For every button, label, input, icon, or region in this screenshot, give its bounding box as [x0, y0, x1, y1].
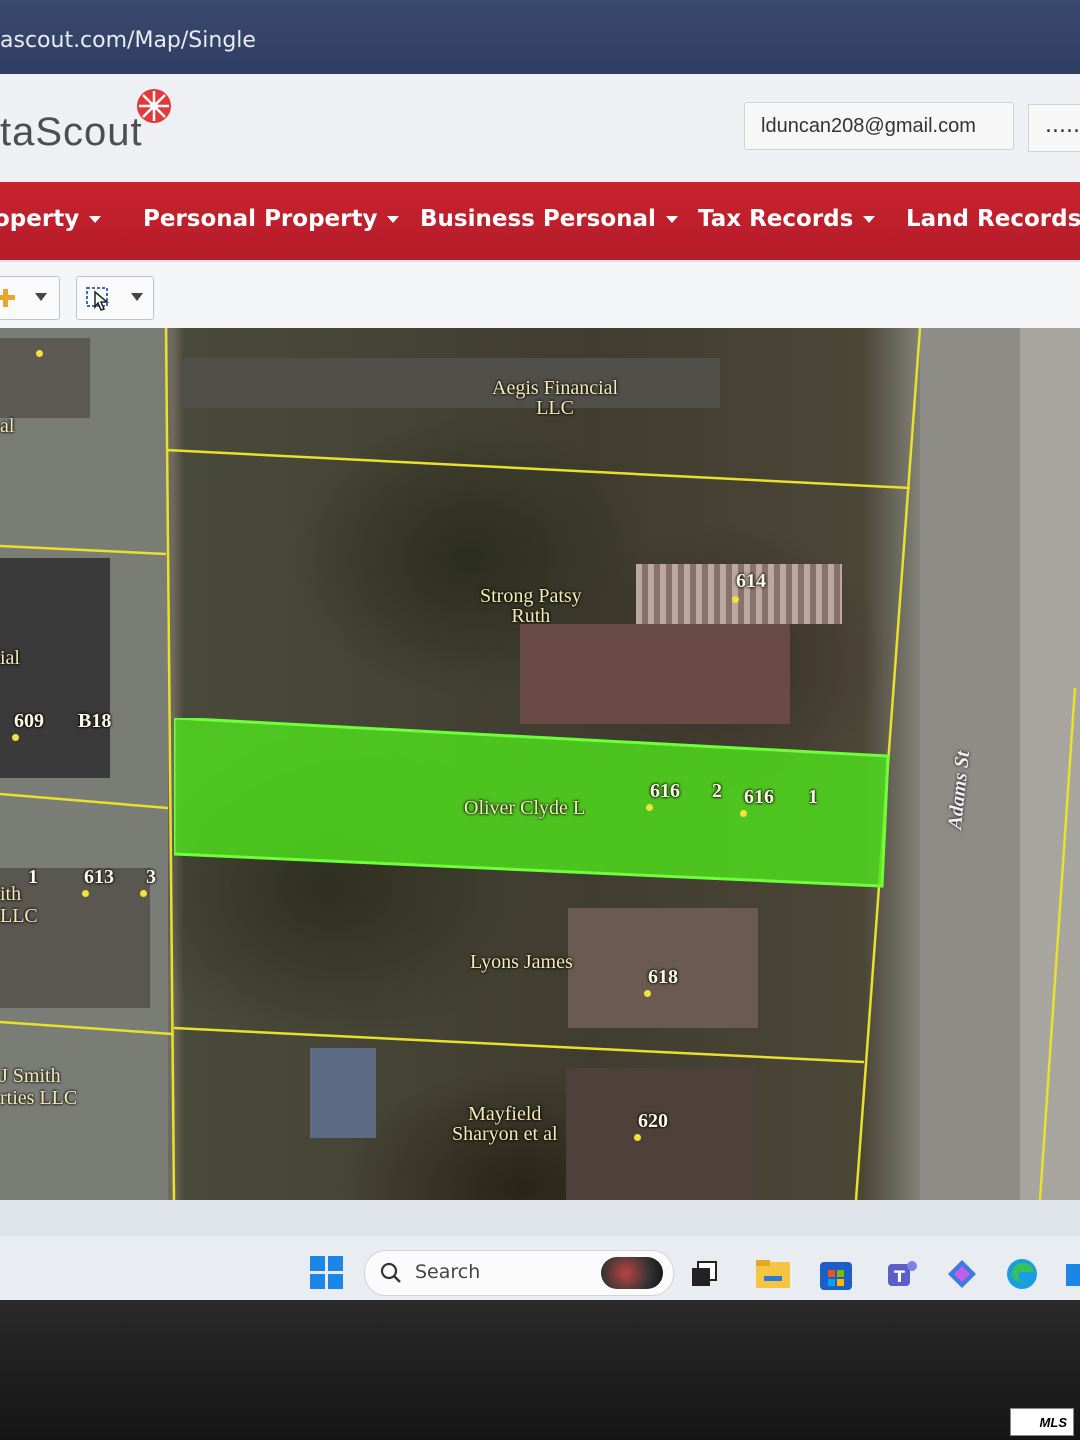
- monitor-bezel: [0, 1300, 1080, 1440]
- address-number: 614: [736, 570, 766, 592]
- address-point: [12, 734, 19, 741]
- more-menu-button[interactable]: .....: [1028, 104, 1080, 152]
- nav-personal-property[interactable]: Personal Property: [143, 206, 400, 232]
- address-number: 616: [650, 780, 680, 802]
- windows-start-icon[interactable]: [310, 1256, 344, 1290]
- site-logo[interactable]: taScout: [0, 110, 143, 155]
- chevron-down-icon: [387, 216, 400, 223]
- owner-label: LLC: [0, 905, 38, 927]
- address-number: 2: [712, 780, 722, 802]
- file-explorer-icon[interactable]: [756, 1258, 792, 1290]
- nav-business-personal[interactable]: Business Personal: [420, 206, 678, 232]
- chevron-down-icon: [35, 293, 47, 301]
- nav-tax-records[interactable]: Tax Records: [698, 206, 876, 232]
- chevron-down-icon: [665, 216, 678, 223]
- address-point: [634, 1134, 641, 1141]
- address-number: 1: [808, 786, 818, 808]
- owner-label: ith: [0, 883, 22, 905]
- address-number: 618: [648, 966, 678, 988]
- owner-label: Lyons James: [470, 951, 573, 973]
- taskbar-app-icon[interactable]: [1064, 1258, 1080, 1290]
- search-highlight-image: [601, 1257, 663, 1289]
- chevron-down-icon: [131, 293, 143, 301]
- pan-tool-button[interactable]: [0, 276, 60, 320]
- address-number: 616: [744, 786, 774, 808]
- owner-label: J Smith: [0, 1065, 61, 1087]
- logo-mark-icon: [137, 89, 171, 123]
- chevron-down-icon: [863, 216, 876, 223]
- store-icon[interactable]: [820, 1258, 852, 1290]
- address-number: 620: [638, 1110, 668, 1132]
- teams-icon[interactable]: T: [884, 1258, 918, 1290]
- user-email-field[interactable]: lduncan208@gmail.com: [744, 102, 1014, 150]
- owner-label: al: [0, 415, 15, 437]
- copilot-icon[interactable]: [946, 1258, 978, 1290]
- browser-address-bar[interactable]: ascout.com/Map/Single: [0, 0, 1080, 74]
- aerial-map[interactable]: Aegis Financial LLC Strong Patsy Ruth Oliv…: [0, 328, 1080, 1200]
- owner-label: Mayfield Sharyon et al: [452, 1103, 558, 1145]
- owner-label: Aegis Financial LLC: [492, 377, 619, 419]
- svg-text:T: T: [894, 1267, 905, 1286]
- address-number: 613: [84, 866, 114, 888]
- address-point: [732, 596, 739, 603]
- taskbar-search[interactable]: Search: [364, 1250, 674, 1296]
- select-tool-button[interactable]: [76, 276, 154, 320]
- address-number: 3: [146, 866, 156, 888]
- url-text[interactable]: ascout.com/Map/Single: [0, 28, 256, 53]
- mls-badge: MLS: [1010, 1408, 1074, 1436]
- address-point: [646, 804, 653, 811]
- main-nav: operty Personal Property Business Person…: [0, 182, 1080, 260]
- task-view-icon[interactable]: [690, 1260, 720, 1290]
- address-point: [740, 810, 747, 817]
- address-point: [140, 890, 147, 897]
- address-point: [644, 990, 651, 997]
- owner-label: rties LLC: [0, 1087, 78, 1109]
- windows-taskbar: Search T: [0, 1236, 1080, 1300]
- screen: ascout.com/Map/Single taScout lduncan208…: [0, 0, 1080, 1300]
- map-toolbar: [0, 262, 1080, 329]
- search-label: Search: [415, 1261, 481, 1283]
- search-icon: [380, 1262, 401, 1283]
- pan-icon: [0, 289, 15, 307]
- owner-label-selected: Oliver Clyde L: [464, 797, 586, 819]
- nav-real-property[interactable]: operty: [0, 206, 102, 232]
- address-point: [82, 890, 89, 897]
- select-cursor-icon: [86, 287, 110, 311]
- owner-label: Strong Patsy Ruth: [480, 585, 582, 627]
- address-number: 1: [28, 866, 38, 888]
- edge-browser-icon[interactable]: [1006, 1258, 1038, 1290]
- chevron-down-icon: [89, 216, 102, 223]
- nav-land-records[interactable]: Land Records: [906, 206, 1080, 232]
- address-point: [36, 350, 43, 357]
- address-number: 609: [14, 710, 44, 732]
- owner-label: ial: [0, 647, 20, 669]
- address-number: B18: [78, 710, 112, 732]
